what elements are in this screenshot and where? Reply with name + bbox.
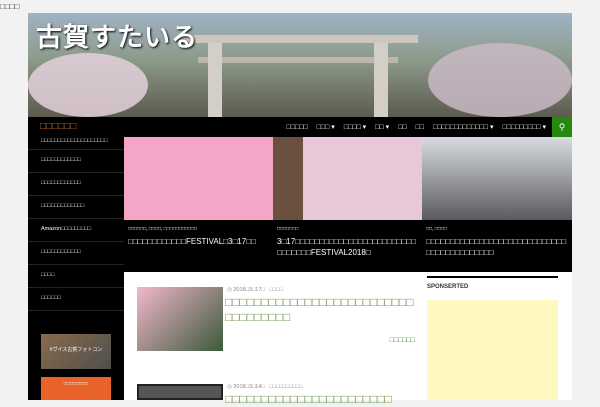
post-thumbnail[interactable]: [137, 287, 223, 351]
featured-category[interactable]: □□□□□□□: [273, 220, 422, 232]
divider: [427, 276, 558, 278]
promo-banner[interactable]: □□□□□□□□: [41, 377, 111, 400]
nav-item[interactable]: □□ ▾: [375, 123, 389, 131]
right-sidebar: SPONSERTED: [427, 276, 558, 290]
site-title[interactable]: □□□□□□: [40, 121, 76, 132]
nav-item[interactable]: □□□□□□□□□□□□□ ▾: [433, 123, 493, 131]
nav-item[interactable]: □□□ ▾: [317, 123, 335, 131]
torii-image: [178, 35, 418, 117]
post-category[interactable]: □□□□□□□□□□: [269, 384, 302, 390]
main-nav: □□□□□□ □□□□□ □□□ ▾ □□□□ ▾ □□ ▾ □□ □□ □□□…: [28, 117, 572, 137]
featured-title[interactable]: □□□□□□□□□□□□□□□□□□□□□□□□□□□□□□□□□□□□□□□□…: [422, 232, 572, 258]
featured-image[interactable]: [273, 137, 422, 220]
featured-post[interactable]: □□□□□□□ 3□17□□□□□□□□□□□□□□□□□□□□□□□□□□□□…: [273, 137, 422, 272]
sidebar-item[interactable]: □□□□□□□□□□□□: [28, 242, 124, 265]
site-logo[interactable]: 古賀すたいる: [36, 17, 198, 54]
sidebar-item[interactable]: □□□□□□: [28, 288, 124, 311]
ad-slot[interactable]: [427, 300, 558, 400]
search-button[interactable]: ⚲: [552, 117, 572, 137]
top-text: □□□□: [0, 2, 20, 11]
post-item: ◷ 2018□3□17□ □□□□ □□□□□□□□□□□□□□□□□□□□□□…: [137, 287, 415, 357]
post-category[interactable]: □□□□: [269, 287, 282, 293]
sponsored-heading: SPONSERTED: [427, 284, 469, 290]
left-sidebar: □□□□□□□□□□□□□□□□□□□□ □□□□□□□□□□□□ □□□□□□…: [28, 137, 124, 400]
post-title[interactable]: □□□□□□□□□□□□□□□□□□□□□□□□□□□□□□□□□□□: [225, 295, 415, 325]
post-item: ◷ 2018□3□14□ □□□□□□□□□□ □□□□□□□□□□□□□□□□…: [137, 384, 415, 406]
sidebar-item[interactable]: □□□□□□□□□□□□□: [28, 196, 124, 219]
post-date: ◷ 2018□3□17□: [227, 287, 265, 293]
featured-title[interactable]: □□□□□□□□□□□□FESTIVAL□3□17□□: [124, 232, 273, 247]
featured-image[interactable]: [124, 137, 273, 220]
sidebar-item[interactable]: □□□□: [28, 265, 124, 288]
sidebar-item[interactable]: Amazon□□□□□□□□□: [28, 219, 124, 242]
nav-item[interactable]: □□□□□: [287, 124, 308, 131]
featured-category[interactable]: □□, □□□□: [422, 220, 572, 232]
photo-contest-banner[interactable]: #ヴイス古賀フォトコン: [41, 334, 111, 369]
nav-item[interactable]: □□: [416, 124, 424, 131]
nav-item[interactable]: □□: [398, 124, 406, 131]
read-more-link[interactable]: □□□□□□: [390, 337, 415, 344]
nav-item[interactable]: □□□□□□□□□ ▾: [502, 123, 546, 131]
nav-item[interactable]: □□□□ ▾: [344, 123, 366, 131]
header-banner[interactable]: 古賀すたいる: [28, 13, 572, 117]
sidebar-item[interactable]: □□□□□□□□□□□□: [28, 150, 124, 173]
search-icon: ⚲: [558, 122, 566, 132]
featured-post[interactable]: □□□□□□, □□□□, □□□□□□□□□□□ □□□□□□□□□□□□FE…: [124, 137, 273, 272]
post-date: ◷ 2018□3□14□: [227, 384, 265, 390]
sidebar-item[interactable]: □□□□□□□□□□□□: [28, 173, 124, 196]
main-content: ◷ 2018□3□17□ □□□□ □□□□□□□□□□□□□□□□□□□□□□…: [124, 272, 572, 406]
featured-post[interactable]: □□, □□□□ □□□□□□□□□□□□□□□□□□□□□□□□□□□□□□□…: [422, 137, 572, 272]
sidebar-item[interactable]: □□□□□□□□□□□□□□□□□□□□: [28, 137, 124, 150]
featured-image[interactable]: [422, 137, 572, 220]
featured-category[interactable]: □□□□□□, □□□□, □□□□□□□□□□□: [124, 220, 273, 232]
featured-title[interactable]: 3□17□□□□□□□□□□□□□□□□□□□□□□□□□□□□□□□□FEST…: [273, 232, 422, 258]
post-thumbnail[interactable]: [137, 384, 223, 400]
